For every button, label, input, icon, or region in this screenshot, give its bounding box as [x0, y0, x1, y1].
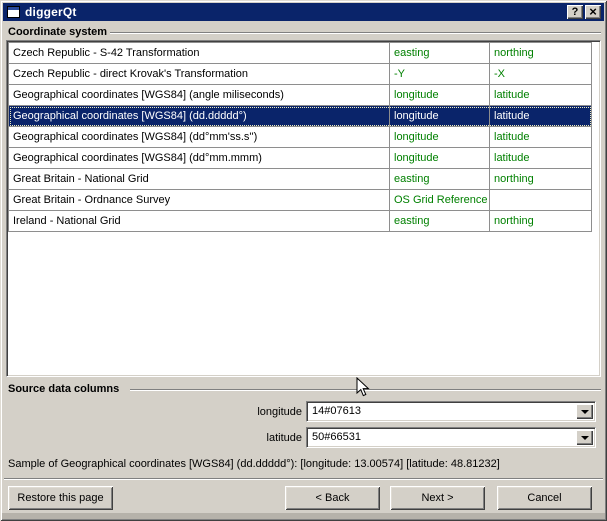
table-row[interactable]: Ireland - National Grid easting northing — [9, 211, 592, 232]
longitude-label: longitude — [192, 406, 302, 418]
chevron-down-icon — [581, 436, 589, 440]
coordinate-grid: Czech Republic - S-42 Transformation eas… — [8, 42, 592, 232]
table-row[interactable]: Great Britain - Ordnance Survey OS Grid … — [9, 190, 592, 211]
table-row[interactable]: Geographical coordinates [WGS84] (dd°mm.… — [9, 148, 592, 169]
window-bottom-edge — [2, 513, 605, 519]
table-row[interactable]: Geographical coordinates [WGS84] (dd°mm'… — [9, 127, 592, 148]
next-button[interactable]: Next > — [390, 486, 485, 510]
table-row-selected[interactable]: Geographical coordinates [WGS84] (dd.ddd… — [9, 106, 592, 127]
latitude-combobox-value: 50#66531 — [312, 431, 361, 443]
cancel-button[interactable]: Cancel — [497, 486, 592, 510]
close-button[interactable]: × — [585, 5, 601, 19]
back-button[interactable]: < Back — [285, 486, 380, 510]
latitude-combobox[interactable]: 50#66531 — [306, 427, 596, 448]
sample-text: Sample of Geographical coordinates [WGS8… — [8, 458, 601, 470]
latitude-dropdown-button[interactable] — [576, 430, 593, 445]
restore-page-button[interactable]: Restore this page — [8, 486, 113, 510]
coordinate-system-group-label: Coordinate system — [8, 26, 107, 38]
table-row[interactable]: Great Britain - National Grid easting no… — [9, 169, 592, 190]
chevron-down-icon — [581, 410, 589, 414]
app-icon — [7, 6, 20, 18]
coordinate-system-table[interactable]: Czech Republic - S-42 Transformation eas… — [6, 40, 601, 377]
table-row[interactable]: Czech Republic - S-42 Transformation eas… — [9, 43, 592, 64]
titlebar[interactable]: diggerQt ? × — [3, 3, 604, 21]
source-data-group-label: Source data columns — [8, 383, 119, 395]
table-row[interactable]: Geographical coordinates [WGS84] (angle … — [9, 85, 592, 106]
table-row[interactable]: Czech Republic - direct Krovak's Transfo… — [9, 64, 592, 85]
longitude-combobox[interactable]: 14#07613 — [306, 401, 596, 422]
longitude-combobox-value: 14#07613 — [312, 405, 361, 417]
longitude-dropdown-button[interactable] — [576, 404, 593, 419]
coordinate-system-group-line — [110, 32, 601, 34]
source-data-group-line — [130, 389, 601, 391]
button-area-divider — [4, 478, 603, 480]
window-title: diggerQt — [25, 5, 77, 19]
dialog-window: diggerQt ? × Coordinate system Czech Rep… — [0, 0, 607, 521]
help-button[interactable]: ? — [567, 5, 583, 19]
latitude-label: latitude — [192, 432, 302, 444]
